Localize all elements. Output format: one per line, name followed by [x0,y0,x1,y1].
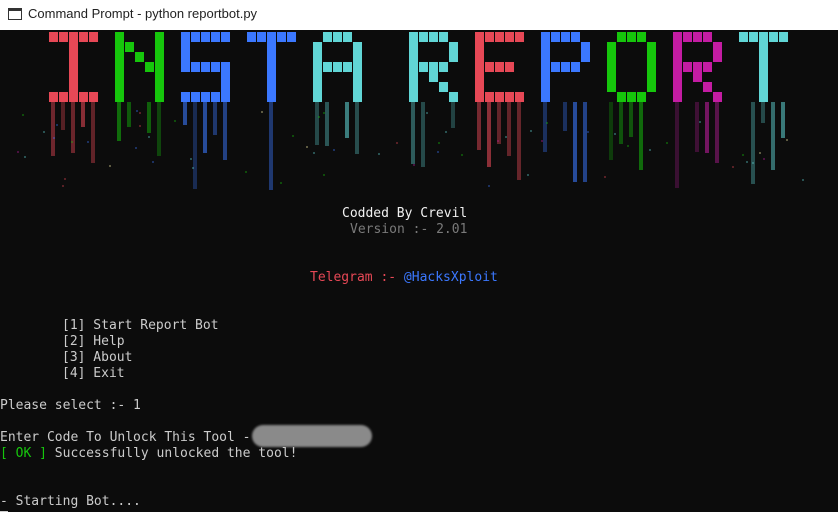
menu-item-help: [2] Help [62,334,125,349]
console-area[interactable]: Codded By Crevil Version :- 2.01 Telegra… [0,30,838,512]
banner-letter [475,32,524,180]
banner-letter [607,32,656,170]
ok-message: Successfully unlocked the tool! [54,446,298,461]
telegram-handle: @HacksXploit [403,270,498,285]
ok-tag: [ OK ] [0,446,47,461]
title-bar: Command Prompt - python reportbot.py [0,0,838,31]
credit-line: Codded By Crevil [342,206,468,221]
banner-letter [673,32,722,188]
banner-letter [541,32,590,182]
menu-item-exit: [4] Exit [62,366,125,381]
ok-line: [ OK ] Successfully unlocked the tool! [0,446,297,462]
background-speckles [17,110,804,187]
unlock-prompt: Enter Code To Unlock This Tool - [0,430,251,445]
telegram-line: Telegram :- @HacksXploit [310,270,498,286]
menu-item-start: [1] Start Report Bot [62,318,219,333]
ascii-banner [17,32,804,190]
version-line: Version :- 2.01 [350,222,468,237]
banner-letter [49,32,98,163]
starting-line: - Starting Bot.... [0,494,141,509]
banner-letter [181,32,230,189]
banner-letter [313,32,362,154]
banner-letter [247,32,296,190]
window-title: Command Prompt - python reportbot.py [28,6,258,21]
cmd-window-icon [8,8,22,20]
banner-letter [409,32,458,167]
banner-letter [115,32,164,156]
redacted-code-blur [252,425,372,447]
telegram-label: Telegram :- [310,270,397,285]
select-prompt: Please select :- 1 [0,398,141,413]
menu-item-about: [3] About [62,350,133,365]
